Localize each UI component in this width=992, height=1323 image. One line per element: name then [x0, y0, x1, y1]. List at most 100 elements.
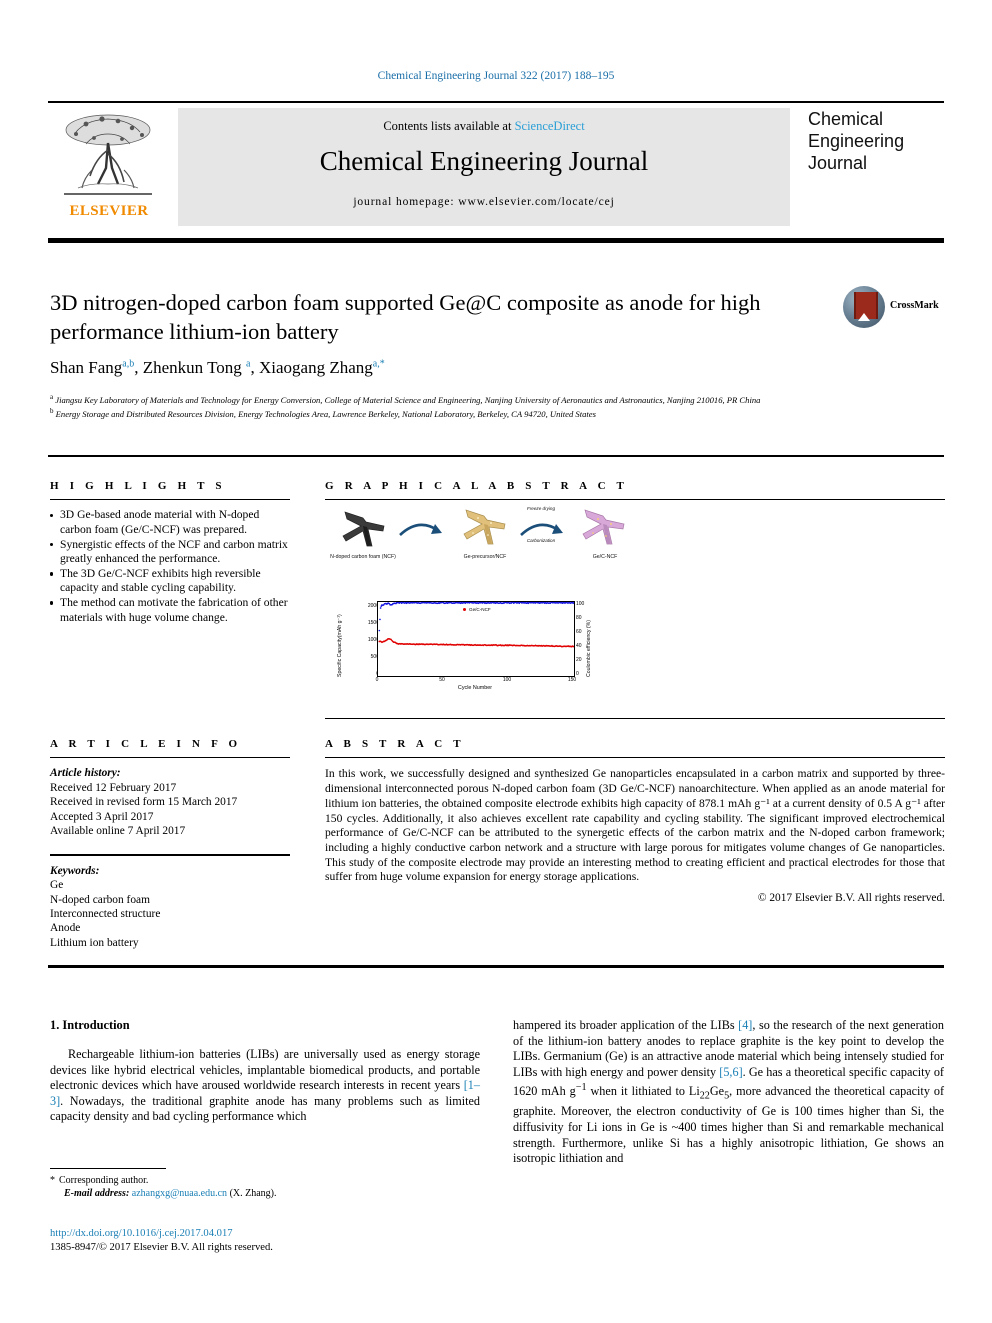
- elsevier-wordmark: ELSEVIER: [48, 203, 170, 220]
- email-label: E-mail address:: [64, 1188, 129, 1199]
- abstract-section: A B S T R A C T In this work, we success…: [325, 738, 945, 904]
- list-item: 3D Ge-based anode material with N-doped …: [50, 508, 290, 537]
- process-arrow-2-icon: [518, 516, 564, 538]
- corresponding-author-line: * Corresponding author.: [50, 1174, 480, 1187]
- journal-homepage[interactable]: journal homepage: www.elsevier.com/locat…: [178, 196, 790, 208]
- doi-link[interactable]: http://dx.doi.org/10.1016/j.cej.2017.04.…: [50, 1227, 480, 1241]
- body-separator-rule: [48, 965, 944, 968]
- crossmark-triangle-shape: [858, 313, 870, 321]
- keyword-item: Anode: [50, 921, 290, 935]
- elsevier-tree-icon: [56, 110, 160, 202]
- article-info-heading: A R T I C L E I N F O: [50, 738, 290, 750]
- chart-series-svg: [378, 602, 574, 676]
- page-title: 3D nitrogen-doped carbon foam supported …: [50, 288, 820, 346]
- contents-line: Contents lists available at ScienceDirec…: [178, 119, 790, 134]
- list-item: Synergistic effects of the NCF and carbo…: [50, 538, 290, 567]
- keyword-item: Interconnected structure: [50, 907, 290, 921]
- introduction-right-column: hampered its broader application of the …: [513, 1018, 944, 1167]
- intro-right-mid4: Ge: [710, 1084, 724, 1098]
- history-item: Received 12 February 2017: [50, 781, 290, 795]
- arrow-label-carbonization: Carbonization: [513, 538, 569, 543]
- doi-block: http://dx.doi.org/10.1016/j.cej.2017.04.…: [50, 1227, 480, 1254]
- email-link[interactable]: azhangxg@nuaa.edu.cn: [132, 1188, 227, 1199]
- email-suffix: (X. Zhang).: [230, 1188, 277, 1199]
- history-item: Accepted 3 April 2017: [50, 810, 290, 824]
- asterisk-icon: *: [50, 1175, 55, 1186]
- keywords-label: Keywords:: [50, 864, 290, 878]
- legend-marker-icon: [463, 608, 466, 611]
- keywords-rule: [50, 854, 290, 855]
- journal-cover-title: Chemical Engineering Journal: [808, 108, 992, 226]
- chart-y2-tick: 80: [576, 615, 596, 621]
- affiliation-a: a Jiangsu Key Laboratory of Materials an…: [50, 392, 930, 406]
- chart-y2-tick: 40: [576, 643, 596, 649]
- keywords-block: Keywords: Ge N-doped carbon foam Interco…: [50, 864, 290, 950]
- email-line: E-mail address: azhangxg@nuaa.edu.cn (X.…: [50, 1187, 480, 1200]
- citation-ref[interactable]: [4]: [738, 1018, 752, 1032]
- ge-c-ncf-foam-icon: [577, 506, 629, 550]
- running-head: Chemical Engineering Journal 322 (2017) …: [0, 70, 992, 82]
- graphical-abstract-bottom-rule: [325, 718, 945, 719]
- crossmark-badge[interactable]: CrossMark: [843, 286, 943, 332]
- keyword-item: Ge: [50, 878, 290, 892]
- footnote-rule: [50, 1168, 166, 1169]
- chart-plot-area: [377, 601, 575, 677]
- paper-page: Chemical Engineering Journal 322 (2017) …: [0, 0, 992, 1323]
- abstract-body: In this work, we successfully designed a…: [325, 767, 945, 885]
- keyword-item: Lithium ion battery: [50, 936, 290, 950]
- history-item: Available online 7 April 2017: [50, 824, 290, 838]
- graphical-abstract-heading: G R A P H I C A L A B S T R A C T: [325, 480, 945, 492]
- affiliations: a Jiangsu Key Laboratory of Materials an…: [50, 392, 930, 421]
- chart-y2-tick: 60: [576, 629, 596, 635]
- citation-ref[interactable]: [5,6]: [719, 1065, 742, 1079]
- author-list: Shan Fanga,b, Zhenkun Tong a, Xiaogang Z…: [50, 358, 850, 378]
- cover-line-3: Journal: [808, 152, 992, 174]
- elsevier-logo: ELSEVIER: [48, 108, 170, 226]
- footnote-block: * Corresponding author. E-mail address: a…: [50, 1174, 480, 1200]
- masthead-grey-panel: Contents lists available at ScienceDirec…: [178, 108, 790, 226]
- chart-y2-axis-label: Coulombic efficiency (%): [586, 601, 592, 677]
- chart-x-tick: 0: [367, 677, 387, 683]
- intro-paragraph-right: hampered its broader application of the …: [513, 1018, 944, 1167]
- intro-superscript: −1: [576, 1082, 587, 1093]
- intro-right-end: , more advanced the theoretical capacity…: [513, 1084, 944, 1165]
- header-rule: [48, 101, 944, 103]
- chart-y-axis-label: Specific Capacity(mAh g⁻¹): [337, 605, 343, 677]
- figure-label-ge-precursor: Ge-precursor/NCF: [447, 554, 523, 561]
- affiliation-a-text: Jiangsu Key Laboratory of Materials and …: [55, 395, 760, 405]
- title-bottom-rule: [48, 455, 944, 457]
- arrow-label-freeze-drying: Freeze drying: [513, 506, 569, 511]
- intro-right-pre: hampered its broader application of the …: [513, 1018, 738, 1032]
- article-history-label: Article history:: [50, 766, 290, 780]
- intro-text-pre: Rechargeable lithium-ion batteries (LIBs…: [50, 1047, 480, 1092]
- chart-y-tick: 500: [353, 654, 379, 660]
- ge-precursor-foam-icon: [458, 506, 510, 550]
- crossmark-label: CrossMark: [890, 300, 939, 311]
- chart-legend: Ge/C-NCF: [463, 607, 491, 612]
- article-history: Article history: Received 12 February 20…: [50, 766, 290, 838]
- list-item: The 3D Ge/C-NCF exhibits high reversible…: [50, 567, 290, 596]
- abstract-heading: A B S T R A C T: [325, 738, 945, 750]
- chart-y-tick: 1500: [353, 620, 379, 626]
- abstract-rule: [325, 757, 945, 758]
- article-info-section: A R T I C L E I N F O Article history: R…: [50, 738, 290, 950]
- chart-y-tick: 2000: [353, 603, 379, 609]
- issn-line: 1385-8947/© 2017 Elsevier B.V. All right…: [50, 1241, 480, 1255]
- legend-label: Ge/C-NCF: [469, 607, 491, 612]
- cover-line-2: Engineering: [808, 130, 992, 152]
- sciencedirect-link[interactable]: ScienceDirect: [515, 119, 585, 133]
- highlights-rule: [50, 499, 290, 500]
- process-arrow-1-icon: [397, 516, 443, 538]
- highlights-heading: H I G H L I G H T S: [50, 480, 290, 492]
- cover-line-1: Chemical: [808, 108, 992, 130]
- highlights-list: 3D Ge-based anode material with N-doped …: [50, 508, 290, 625]
- chart-x-tick: 50: [432, 677, 452, 683]
- list-item: The method can motivate the fabrication …: [50, 596, 290, 625]
- cycling-performance-chart: Specific Capacity(mAh g⁻¹) Coulombic eff…: [343, 597, 611, 699]
- chart-y-tick: 1000: [353, 637, 379, 643]
- figure-label-ge-c-ncf: Ge/C-NCF: [567, 554, 643, 561]
- chart-x-axis-label: Cycle Number: [377, 685, 573, 691]
- chart-x-tick: 150: [562, 677, 582, 683]
- intro-subscript: 22: [700, 1091, 710, 1102]
- keyword-item: N-doped carbon foam: [50, 893, 290, 907]
